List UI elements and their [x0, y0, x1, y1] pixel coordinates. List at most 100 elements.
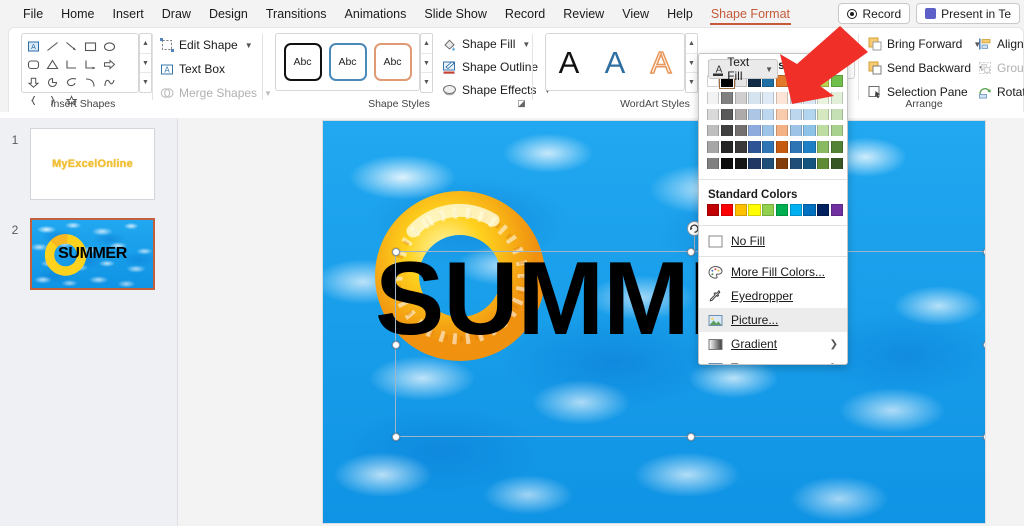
edit-shape-chevron-down-icon[interactable]: ▼ [245, 41, 253, 50]
shape-styles-scrollbar[interactable]: ▲ ▼ ▼ [420, 33, 433, 93]
theme-colors-shade-row-4[interactable] [699, 141, 847, 154]
selection-handle-middle-left[interactable] [391, 341, 400, 349]
color-swatch[interactable] [817, 124, 830, 137]
thumbnail-slide-1[interactable]: MyExcelOnline [30, 128, 155, 200]
color-swatch[interactable] [748, 204, 761, 217]
color-swatch[interactable] [775, 108, 789, 120]
standard-colors-row[interactable] [699, 204, 847, 222]
color-swatch[interactable] [762, 124, 775, 137]
send-backward-button[interactable]: Send Backward ▼ [865, 58, 986, 78]
selection-handle-top-center[interactable] [687, 247, 695, 256]
color-swatch[interactable] [775, 92, 789, 104]
menu-item-gradient[interactable]: Gradient ❯ [699, 332, 847, 356]
wordart-scroll-up-icon[interactable]: ▲ [686, 34, 697, 54]
color-swatch[interactable] [720, 92, 733, 104]
color-swatch[interactable] [803, 108, 816, 120]
thumbnail-slide-2[interactable]: SUMMER [30, 218, 155, 290]
color-swatch[interactable] [762, 157, 775, 170]
color-swatch[interactable] [803, 141, 816, 153]
color-swatch[interactable] [734, 92, 747, 104]
color-swatch[interactable] [720, 108, 733, 120]
color-swatch[interactable] [831, 204, 844, 217]
color-swatch[interactable] [817, 157, 830, 170]
wordart-more-icon[interactable]: ▼ [686, 73, 697, 92]
shape-styles-scroll-down-icon[interactable]: ▼ [421, 54, 432, 74]
menu-item-home[interactable]: Home [52, 3, 103, 25]
shape-styles-more-icon[interactable]: ▼ [421, 73, 432, 92]
color-swatch[interactable] [775, 124, 789, 137]
color-swatch[interactable] [707, 141, 720, 153]
color-swatch[interactable] [817, 75, 830, 88]
theme-colors-shade-row-5[interactable] [699, 157, 847, 171]
menu-item-help[interactable]: Help [658, 3, 702, 25]
menu-item-draw[interactable]: Draw [153, 3, 200, 25]
shape-pie-icon[interactable] [43, 73, 62, 91]
color-swatch[interactable] [707, 124, 720, 137]
wordart-scroll-down-icon[interactable]: ▼ [686, 54, 697, 74]
color-swatch[interactable] [720, 124, 733, 137]
wordart-preview-black[interactable]: A [559, 47, 580, 78]
menu-item-animations[interactable]: Animations [336, 3, 416, 25]
color-swatch[interactable] [720, 141, 733, 153]
bring-forward-button[interactable]: Bring Forward ▼ [865, 34, 981, 54]
color-swatch[interactable] [762, 204, 775, 217]
selection-handle-bottom-right[interactable] [982, 432, 985, 441]
shape-style-preview-orange[interactable]: Abc [373, 43, 412, 81]
color-swatch[interactable] [748, 108, 761, 120]
color-swatch[interactable] [720, 157, 733, 170]
color-swatch[interactable] [817, 204, 830, 217]
menu-item-record[interactable]: Record [496, 3, 554, 25]
shape-line-arrow-icon[interactable] [62, 37, 81, 55]
shape-triangle-icon[interactable] [43, 55, 62, 73]
present-in-teams-button[interactable]: Present in Te [916, 3, 1020, 24]
shape-arc-icon[interactable] [100, 73, 119, 91]
theme-colors-shade-row-2[interactable] [699, 108, 847, 122]
shape-rounded-rectangle-icon[interactable] [24, 55, 43, 73]
color-swatch[interactable] [831, 92, 844, 104]
theme-colors-shade-row-3[interactable] [699, 124, 847, 138]
color-swatch[interactable] [707, 92, 720, 104]
selection-handle-bottom-center[interactable] [687, 432, 695, 441]
thumbnail-item-2[interactable]: 2 SUMMER [0, 218, 155, 290]
color-swatch[interactable] [762, 141, 775, 153]
color-swatch[interactable] [734, 141, 747, 153]
color-swatch[interactable] [775, 157, 789, 170]
shapes-more-icon[interactable]: ▼ [140, 73, 151, 92]
color-swatch[interactable] [748, 141, 761, 153]
color-swatch[interactable] [789, 124, 802, 137]
shape-styles-gallery[interactable]: Abc Abc Abc [275, 33, 420, 91]
color-swatch[interactable] [775, 204, 789, 217]
thumbnail-item-1[interactable]: 1 MyExcelOnline [0, 128, 155, 200]
shape-down-arrow-icon[interactable] [24, 73, 43, 91]
color-swatch[interactable] [803, 92, 816, 104]
menu-item-view[interactable]: View [613, 3, 658, 25]
color-swatch[interactable] [734, 157, 747, 170]
gradient-submenu-chevron-right-icon[interactable]: ❯ [830, 339, 838, 350]
shape-oval-icon[interactable] [100, 37, 119, 55]
menu-item-texture[interactable]: Texture ❯ [699, 356, 847, 364]
color-swatch[interactable] [720, 204, 733, 217]
color-swatch[interactable] [762, 92, 775, 104]
slide-editing-surface[interactable]: SUMMER [322, 120, 986, 524]
shape-rectangle-icon[interactable] [81, 37, 100, 55]
menu-item-transitions[interactable]: Transitions [257, 3, 336, 25]
texture-submenu-chevron-right-icon[interactable]: ❯ [830, 363, 838, 364]
color-swatch[interactable] [831, 157, 844, 170]
shape-scribble-icon[interactable] [62, 73, 81, 91]
text-box-button[interactable]: A Text Box [157, 59, 261, 79]
menu-item-no-fill[interactable]: No Fill [699, 229, 847, 253]
shape-style-preview-black[interactable]: Abc [283, 43, 322, 81]
color-swatch[interactable] [789, 141, 802, 153]
color-swatch[interactable] [762, 108, 775, 120]
menu-item-slide-show[interactable]: Slide Show [415, 3, 496, 25]
shape-elbow-connector-icon[interactable] [62, 55, 81, 73]
shape-fill-chevron-down-icon[interactable]: ▼ [522, 40, 530, 49]
menu-item-shape-format[interactable]: Shape Format [702, 3, 799, 25]
edit-shape-button[interactable]: Edit Shape ▼ [157, 35, 261, 55]
color-swatch[interactable] [803, 204, 816, 217]
menu-item-picture[interactable]: Picture... [699, 308, 847, 333]
selection-handle-bottom-left[interactable] [391, 432, 400, 441]
color-swatch[interactable] [734, 108, 747, 120]
insert-shapes-gallery[interactable]: A [21, 33, 139, 106]
wordart-styles-scrollbar[interactable]: ▲ ▼ ▼ [685, 33, 698, 93]
